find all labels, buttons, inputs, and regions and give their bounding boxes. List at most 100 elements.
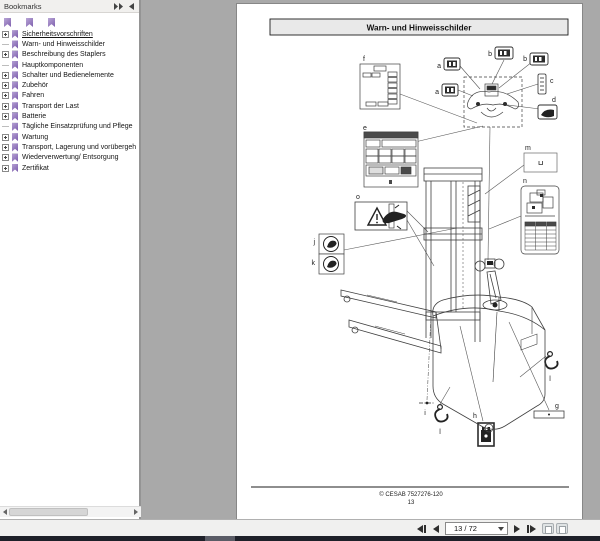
collapse-panel-icon[interactable] — [127, 3, 136, 10]
tree-stub — [2, 64, 9, 66]
callout-i: i — [424, 410, 426, 417]
sign-o-warning — [354, 201, 408, 231]
bookmark-ribbon-icon — [12, 50, 18, 59]
expander-plus-icon[interactable] — [2, 51, 9, 59]
plate-e — [363, 131, 419, 188]
continuous-view-icon[interactable] — [556, 523, 568, 534]
single-page-view-icon[interactable] — [542, 523, 554, 534]
scrollbar-thumb[interactable] — [9, 508, 88, 516]
previous-page-button[interactable] — [433, 523, 439, 534]
bookmark-item-warn-und-hinweisschilder[interactable]: Warn- und Hinweisschilder — [0, 39, 139, 49]
expand-bookmark-icon[interactable] — [4, 14, 13, 27]
sign-b-top — [494, 46, 514, 60]
callout-k: k — [312, 260, 316, 267]
expander-plus-icon[interactable] — [2, 30, 9, 38]
callout-a2: a — [435, 89, 439, 96]
bookmark-item-transport-lagerung[interactable]: Transport, Lagerung und vorübergeh — [0, 142, 139, 152]
bookmarks-panel-header: Bookmarks — [0, 0, 139, 13]
bookmark-item-batterie[interactable]: Batterie — [0, 111, 139, 121]
plate-f — [359, 63, 401, 110]
bookmark-item-schalter-und-bedienelemente[interactable]: Schalter und Bedienelemente — [0, 70, 139, 80]
delete-bookmark-icon[interactable] — [48, 14, 57, 27]
bookmark-item-zubehoer[interactable]: Zubehör — [0, 80, 139, 90]
sign-k — [318, 253, 345, 275]
new-bookmark-icon[interactable] — [26, 14, 35, 27]
callout-g: g — [555, 403, 559, 410]
horizontal-scrollbar[interactable] — [0, 506, 141, 517]
page-title-box: Warn- und Hinweisschilder — [269, 18, 569, 36]
scroll-right-arrow[interactable] — [134, 509, 138, 515]
bookmark-item-wiederverwertung-entsorgung[interactable]: Wiederverwertung/ Entsorgung — [0, 153, 139, 163]
sign-b-right — [529, 52, 549, 66]
footer-page-number: 13 — [408, 500, 415, 506]
sign-g-strip — [533, 410, 565, 419]
bookmark-ribbon-icon — [12, 81, 18, 90]
expander-plus-icon[interactable] — [2, 102, 9, 110]
bookmark-item-zertifikat[interactable]: Zertifikat — [0, 163, 139, 173]
expander-plus-icon[interactable] — [2, 143, 9, 151]
hook-l-right — [544, 351, 559, 370]
bookmark-ribbon-icon — [12, 91, 18, 100]
bookmark-item-wartung[interactable]: Wartung — [0, 132, 139, 142]
expander-plus-icon[interactable] — [2, 82, 9, 90]
bookmark-item-taegliche-einsatzpruefung[interactable]: Tägliche Einsatzprüfung und Pflege — [0, 122, 139, 132]
callout-b2: b — [523, 56, 527, 63]
callout-e: e — [363, 125, 367, 132]
first-page-button[interactable] — [417, 523, 426, 534]
bookmark-ribbon-icon — [12, 61, 18, 70]
bookmark-item-hauptkomponenten[interactable]: Hauptkomponenten — [0, 60, 139, 70]
callout-n: n — [523, 178, 527, 185]
callout-b1: b — [488, 51, 492, 58]
bookmark-item-beschreibung-des-staplers[interactable]: Beschreibung des Staplers — [0, 50, 139, 60]
taskbar-item[interactable] — [205, 536, 235, 541]
bookmark-ribbon-icon — [12, 133, 18, 142]
callout-l2: l — [549, 376, 551, 383]
sign-j — [318, 233, 345, 255]
pdf-page: Warn- und Hinweisschilder a b b a c d f … — [236, 3, 583, 519]
last-page-button[interactable] — [527, 523, 536, 534]
page-footer: © CESAB 7527276-120 13 — [251, 486, 569, 506]
bookmark-ribbon-icon — [12, 143, 18, 152]
bookmark-ribbon-icon — [12, 122, 18, 131]
page-title: Warn- und Hinweisschilder — [367, 24, 473, 33]
bookmarks-panel-title: Bookmarks — [4, 2, 42, 11]
callout-j: j — [312, 239, 315, 246]
callout-l1: l — [439, 429, 441, 436]
expander-plus-icon[interactable] — [2, 133, 9, 141]
bookmark-item-fahren[interactable]: Fahren — [0, 91, 139, 101]
bookmark-item-sicherheitsvorschriften[interactable]: Sicherheitsvorschriften — [0, 29, 139, 39]
bookmarks-tree: Sicherheitsvorschriften Warn- und Hinwei… — [0, 29, 139, 173]
bookmark-item-transport-der-last[interactable]: Transport der Last — [0, 101, 139, 111]
bookmark-ribbon-icon — [12, 40, 18, 49]
bookmark-ribbon-icon — [12, 112, 18, 121]
hook-l-left — [434, 404, 449, 423]
expander-plus-icon[interactable] — [2, 113, 9, 121]
scroll-left-arrow[interactable] — [3, 509, 7, 515]
page-dropdown-icon[interactable] — [498, 527, 504, 531]
sign-d — [537, 104, 558, 120]
mark-i — [419, 401, 435, 405]
tiller-head-detail-box — [463, 76, 523, 128]
page-diagram: Warn- und Hinweisschilder a b b a c d f … — [251, 18, 569, 506]
sign-c — [537, 73, 547, 95]
next-page-button[interactable] — [514, 523, 520, 534]
expander-plus-icon[interactable] — [2, 71, 9, 79]
sign-a-left — [441, 83, 459, 97]
bookmark-ribbon-icon — [12, 164, 18, 172]
expander-plus-icon[interactable] — [2, 164, 9, 172]
document-canvas: Warn- und Hinweisschilder a b b a c d f … — [143, 0, 600, 519]
bookmark-ribbon-icon — [12, 71, 18, 80]
sign-m — [523, 152, 558, 173]
taskbar-strip — [0, 536, 600, 541]
sign-h-battery — [477, 422, 495, 447]
expander-plus-icon[interactable] — [2, 92, 9, 100]
bookmark-ribbon-icon — [12, 153, 18, 162]
callout-c: c — [550, 78, 554, 85]
leader-lines — [343, 59, 550, 422]
sign-n — [520, 185, 560, 255]
options-menu-icon[interactable] — [114, 3, 123, 10]
expander-plus-icon[interactable] — [2, 154, 9, 162]
bookmarks-panel: Bookmarks Sicherheitsvorschriften Warn- … — [0, 0, 141, 519]
bookmark-ribbon-icon — [12, 102, 18, 111]
sign-a-top — [443, 57, 461, 71]
